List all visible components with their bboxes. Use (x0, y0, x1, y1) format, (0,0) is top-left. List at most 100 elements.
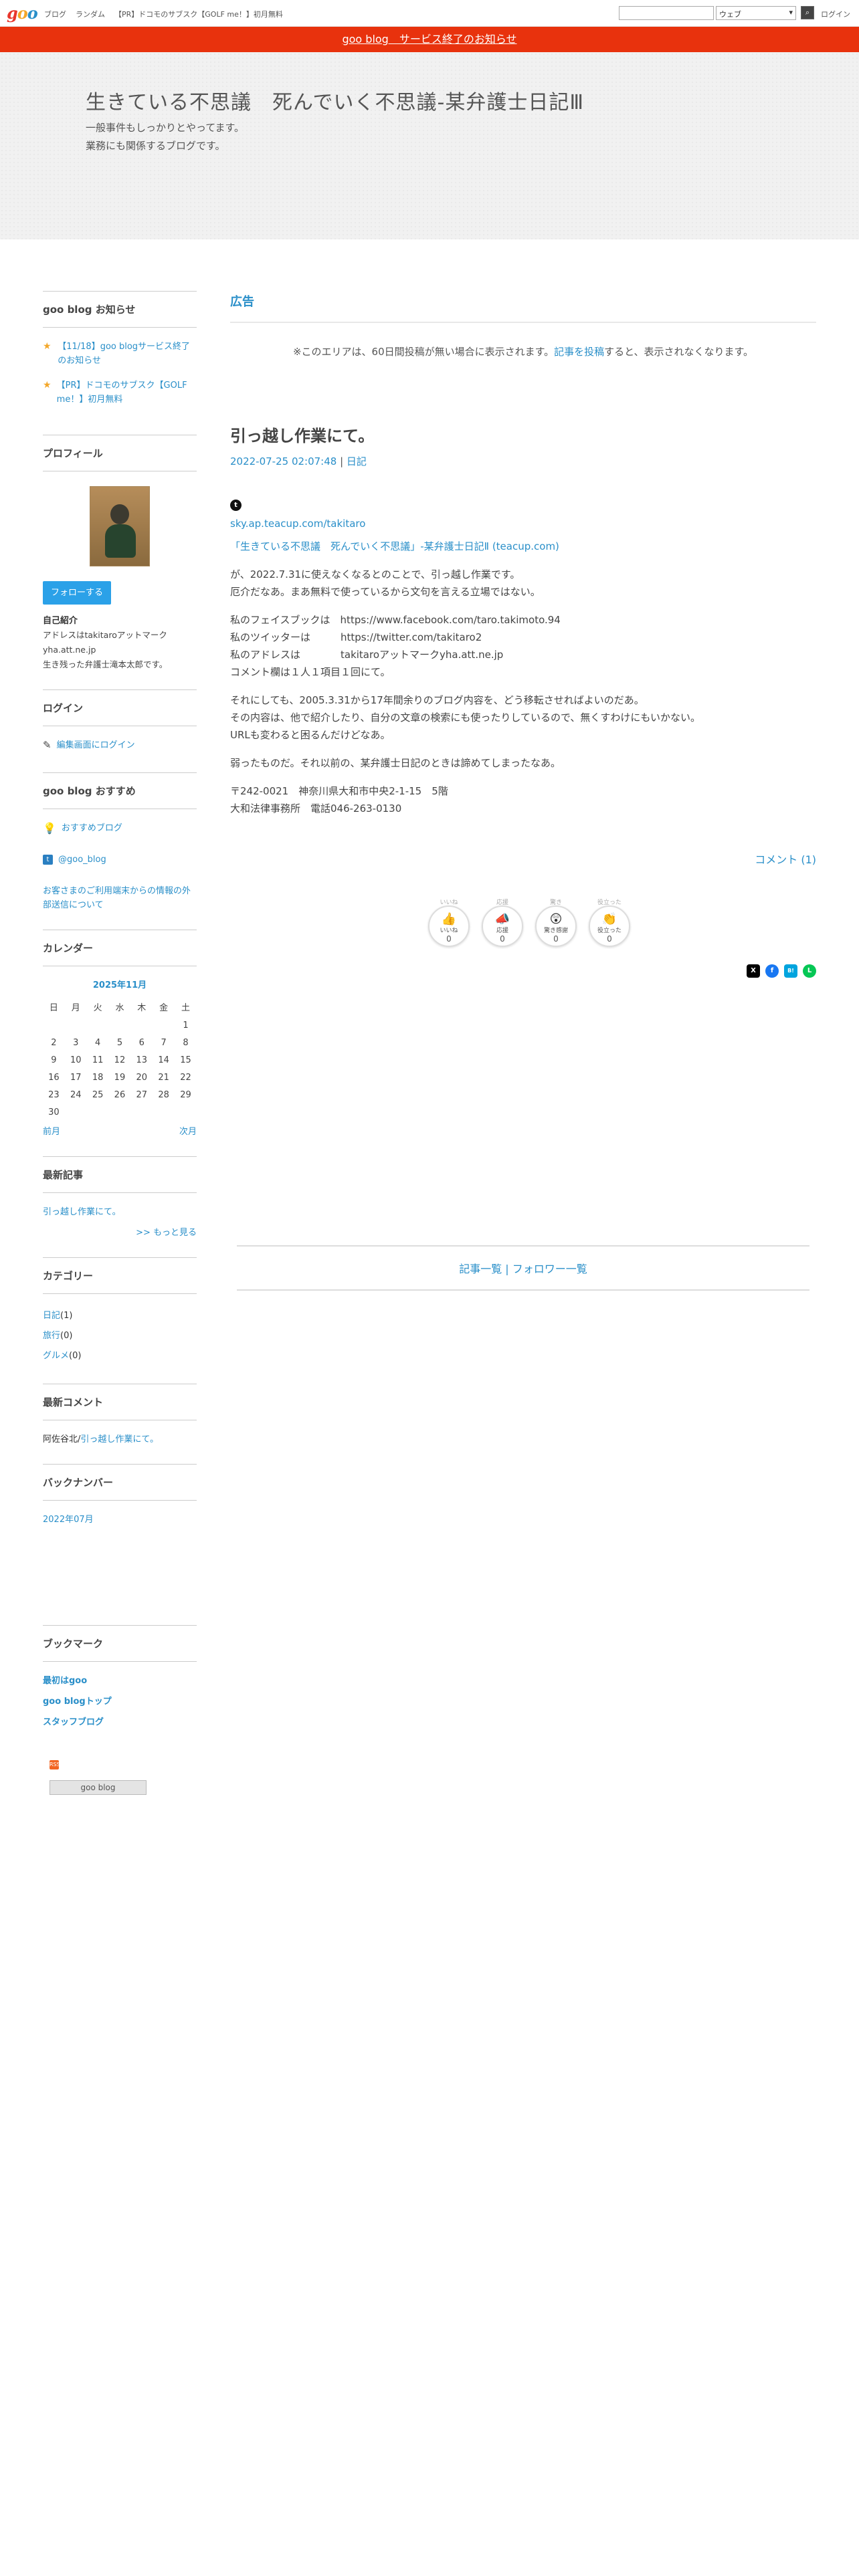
entry-body: t sky.ap.teacup.com/takitaro 「生きている不思議 死… (230, 495, 816, 817)
twitter-icon: t (43, 855, 53, 865)
rss-icon[interactable]: RSS (50, 1760, 60, 1769)
login-link[interactable]: ログイン (821, 9, 850, 19)
entry-paragraph: が、2022.7.31に使えなくなるとのことで、引っ越し作業です。 厄介だなあ。… (230, 568, 541, 598)
calendar-day: 12 (114, 1055, 126, 1065)
reaction-caption: いいね (440, 899, 458, 906)
calendar-day (175, 1103, 197, 1121)
comment-article-link[interactable]: 引っ越し作業にて。 (80, 1434, 159, 1444)
facebook-share-icon[interactable]: f (765, 964, 779, 978)
calendar-day: 14 (158, 1055, 169, 1065)
follow-button[interactable]: フォローする (43, 581, 112, 605)
category-count: (0) (69, 1351, 82, 1361)
calendar-day: 4 (94, 1037, 101, 1048)
search-button[interactable]: ⌕ (801, 6, 814, 19)
share-buttons: X f B! L (230, 964, 816, 978)
line-share-icon[interactable]: L (803, 964, 816, 978)
recent-article-link[interactable]: 引っ越し作業にて。 (43, 1205, 197, 1219)
entry-list-link[interactable]: 記事一覧 (459, 1263, 502, 1275)
external-transmission-link[interactable]: お客さまのご利用端末からの情報の外部送信について (43, 884, 197, 912)
calendar-day (153, 1016, 175, 1034)
calendar-day (130, 1103, 153, 1121)
calendar-day: 19 (114, 1072, 126, 1083)
more-articles-link[interactable]: >> もっと見る (136, 1228, 197, 1238)
notice-item-link[interactable]: 【11/18】goo blogサービス終了のお知らせ (58, 340, 197, 368)
calendar-day: 8 (183, 1037, 189, 1048)
bookmark-heading: ブックマーク (43, 1625, 197, 1662)
calendar-day: 15 (180, 1055, 191, 1065)
notice-item-link[interactable]: 【PR】ドコモのサブスク【GOLF me！】初月無料 (57, 379, 197, 407)
blog-description: 一般事件もしっかりとやってます。 業務にも関係するブログです。 (86, 122, 245, 152)
search-scope-select[interactable]: ウェブ (716, 6, 796, 20)
calendar-heading: カレンダー (43, 930, 197, 966)
edit-login-link[interactable]: 編集画面にログイン (57, 738, 135, 752)
calendar-day (87, 1103, 109, 1121)
clapping-hands-icon: 👏 (601, 912, 617, 926)
reaction-surprise-button[interactable]: 驚き 😲 驚き感謝 0 (535, 899, 577, 947)
calendar-day: 23 (48, 1089, 60, 1100)
calendar-day: 5 (116, 1037, 123, 1048)
goo-blog-badge[interactable]: goo blog (50, 1780, 147, 1795)
bookmark-link[interactable]: スタッフブログ (43, 1715, 197, 1729)
bookmark-link[interactable]: goo blogトップ (43, 1695, 197, 1709)
reaction-label: 応援 (496, 928, 508, 934)
post-article-link[interactable]: 記事を投稿 (554, 346, 604, 358)
thumbs-up-icon: 👍 (441, 912, 457, 926)
reaction-count: 0 (553, 934, 559, 944)
old-blog-link[interactable]: sky.ap.teacup.com/takitaro (230, 518, 365, 530)
search-input[interactable] (619, 6, 714, 20)
weekday: 日 (49, 1002, 58, 1013)
calendar-day: 6 (138, 1037, 145, 1048)
nav-pr[interactable]: 【PR】ドコモのサブスク【GOLF me！】初月無料 (114, 9, 283, 19)
bookmark-link[interactable]: 最初はgoo (43, 1674, 197, 1688)
calendar-day: 9 (51, 1055, 57, 1065)
goo-logo[interactable]: goo (7, 5, 38, 21)
reaction-cheer-button[interactable]: 応援 📣 応援 0 (482, 899, 523, 947)
hatena-share-icon[interactable]: B! (784, 964, 797, 978)
profile-photo[interactable] (90, 486, 150, 566)
category-count: (0) (60, 1331, 73, 1341)
service-end-notice-link[interactable]: goo blog サービス終了のお知らせ (342, 33, 516, 45)
calendar-day: 3 (73, 1037, 79, 1048)
calendar-day (153, 1103, 175, 1121)
ad-note-text: すると、表示されなくなります。 (604, 346, 754, 358)
x-share-icon[interactable]: X (747, 964, 760, 978)
calendar-day: 20 (136, 1072, 148, 1083)
surprised-face-icon: 😲 (549, 912, 563, 926)
weekday: 火 (93, 1002, 102, 1013)
old-blog-title-link[interactable]: 「生きている不思議 死んでいく不思議」-某弁護士日記Ⅱ (teacup.com) (230, 540, 559, 552)
next-month-link[interactable]: 次月 (179, 1125, 197, 1139)
category-link[interactable]: 日記 (43, 1311, 60, 1321)
calendar-day: 17 (70, 1072, 82, 1083)
follower-list-link[interactable]: フォロワー一覧 (512, 1263, 587, 1275)
nav-separator: | (502, 1263, 512, 1275)
top-bar: goo ブログ ランダム 【PR】ドコモのサブスク【GOLF me！】初月無料 … (0, 0, 859, 27)
recent-comment-heading: 最新コメント (43, 1384, 197, 1420)
recommend-blog-link[interactable]: おすすめブログ (62, 821, 122, 835)
reaction-like-button[interactable]: いいね 👍 いいね 0 (428, 899, 470, 947)
comment-count-link[interactable]: コメント (1) (755, 853, 816, 866)
category-item: グルメ(0) (43, 1346, 197, 1366)
reaction-label: 役立った (597, 928, 622, 934)
star-icon: ★ (43, 380, 52, 391)
ad-note-text: ※このエリアは、60日間投稿が無い場合に表示されます。 (292, 346, 555, 358)
category-link[interactable]: グルメ (43, 1351, 69, 1361)
entry-title[interactable]: 引っ越し作業にて。 (230, 423, 816, 446)
entry-date[interactable]: 2022-07-25 02:07:48 (230, 455, 337, 467)
blog-title[interactable]: 生きている不思議 死んでいく不思議-某弁護士日記Ⅲ (86, 86, 584, 115)
entry-category-link[interactable]: 日記 (347, 455, 367, 467)
goo-blog-twitter-link[interactable]: @goo_blog (58, 853, 106, 867)
nav-blog[interactable]: ブログ (44, 9, 66, 19)
calendar-day: 7 (161, 1037, 167, 1048)
reaction-helpful-button[interactable]: 役立った 👏 役立った 0 (589, 899, 630, 947)
calendar-day: 21 (158, 1072, 169, 1083)
prev-month-link[interactable]: 前月 (43, 1125, 60, 1139)
ad-heading: 広告 (230, 291, 816, 323)
reaction-count: 0 (446, 934, 452, 944)
backnumber-link[interactable]: 2022年07月 (43, 1515, 94, 1525)
notice-item: ★ 【11/18】goo blogサービス終了のお知らせ (43, 340, 197, 368)
nav-random[interactable]: ランダム (76, 9, 105, 19)
calendar-day: 13 (136, 1055, 148, 1065)
category-link[interactable]: 旅行 (43, 1331, 60, 1341)
calendar-day: 25 (92, 1089, 104, 1100)
teacup-icon: t (230, 500, 242, 511)
